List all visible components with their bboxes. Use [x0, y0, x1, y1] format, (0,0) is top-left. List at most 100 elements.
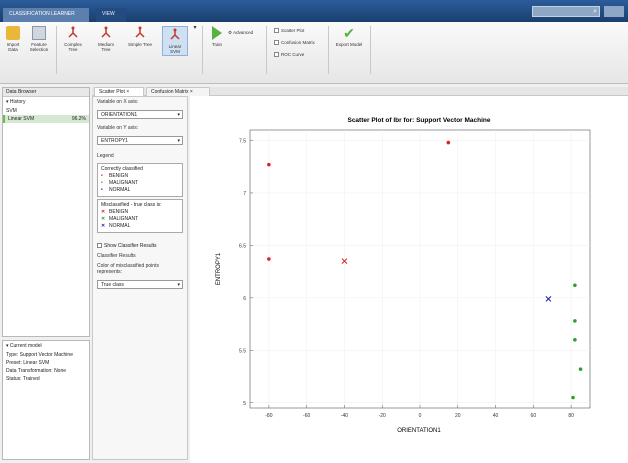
y-tick-label: 7.5 — [239, 138, 246, 144]
scatter-plot-label: Scatter Plot — [281, 28, 305, 33]
tree-icon — [135, 26, 145, 38]
y-axis-label: Variable on Y axis: — [97, 125, 139, 131]
chart-title: Scatter Plot of lbr for: Support Vector … — [347, 117, 490, 124]
roc-curve-label: ROC Curve — [281, 52, 305, 57]
history-label: History — [9, 99, 26, 105]
blue-dot-icon: • — [101, 187, 103, 193]
x-axis-select-value: ORIENTATION1 — [101, 112, 138, 118]
feature-selection-icon — [32, 26, 46, 40]
chevron-down-icon: ▾ — [177, 112, 180, 118]
import-data-label: Import Data — [6, 42, 20, 52]
data-point-benign — [446, 140, 451, 145]
ribbon-separator — [202, 26, 203, 74]
checkmark-export-icon: ✔ — [343, 25, 355, 41]
confusion-matrix-label: Confusion Matrix — [281, 40, 315, 45]
plot-checkbox[interactable] — [274, 40, 279, 46]
y-tick-label: 6.5 — [239, 243, 246, 249]
search-icon[interactable]: ⌕ — [593, 8, 597, 16]
history-item-name: SVM — [6, 108, 17, 114]
y-tick-label: 5 — [243, 401, 246, 407]
tab-view[interactable]: VIEW — [96, 8, 126, 22]
x-tick-label: 60 — [531, 413, 537, 419]
roc-curve-option[interactable]: ROC Curve — [274, 52, 305, 58]
tab-confusion-matrix[interactable]: Confusion Matrix × — [146, 87, 210, 96]
legend-item-label: NORMAL — [109, 223, 131, 229]
train-button[interactable]: Train — [210, 26, 224, 47]
checkbox[interactable] — [97, 243, 102, 249]
x-tick-label: -20 — [379, 413, 386, 419]
plot-checkbox[interactable] — [274, 28, 279, 34]
tab-scatter-plot[interactable]: Scatter Plot × — [94, 87, 144, 96]
red-x-icon: ✕ — [101, 209, 106, 215]
history-item[interactable]: SVM — [3, 107, 89, 115]
red-dot-icon: • — [101, 173, 103, 179]
tree-icon — [170, 28, 180, 40]
x-tick-label: -80 — [265, 413, 272, 419]
model-gallery-expand-icon[interactable]: ▾ — [192, 25, 198, 31]
import-data-button[interactable]: Import Data — [4, 26, 22, 52]
legend-item-label: MALIGNANT — [109, 216, 139, 222]
y-axis-select-value: ENTROPY1 — [101, 138, 128, 144]
ribbon-separator — [370, 26, 371, 74]
scatter-plot[interactable]: Scatter Plot of lbr for: Support Vector … — [190, 96, 628, 463]
data-point-malignant — [573, 283, 577, 288]
model-status: Status: Trained — [6, 376, 40, 382]
export-model-button[interactable]: ✔ Export Model — [334, 26, 364, 47]
x-tick-label: 0 — [419, 413, 422, 419]
y-tick-label: 5.5 — [239, 348, 246, 354]
color-represents-value: True class — [101, 282, 124, 288]
simple-tree-button[interactable]: Simple Tree — [128, 26, 152, 47]
data-point-malignant — [578, 367, 583, 371]
y-axis-select[interactable]: ENTROPY1 ▾ — [97, 136, 183, 145]
legend-item-label: BENIGN — [109, 173, 129, 179]
data-point-benign — [267, 257, 271, 261]
color-represents-select[interactable]: True class ▾ — [97, 280, 183, 289]
complex-tree-button[interactable]: Complex Tree — [62, 26, 84, 52]
linear-svm-button[interactable]: Linear SVM — [162, 26, 188, 56]
data-point-benign — [267, 162, 271, 167]
y-tick-label: 6 — [243, 296, 246, 302]
data-point-malignant — [573, 338, 577, 342]
feature-selection-button[interactable]: Feature Selection — [28, 26, 50, 52]
tab-confusion-matrix-label: Confusion Matrix — [151, 89, 189, 95]
data-browser-title: Data Browser — [3, 88, 89, 97]
feature-selection-label: Feature Selection — [29, 42, 49, 52]
folder-icon — [6, 26, 20, 40]
legend-correct-title: Correctly classified — [101, 166, 143, 172]
advanced-button[interactable]: ⚙ Advanced — [228, 30, 253, 36]
medium-tree-label: Medium Tree — [97, 42, 114, 52]
window-controls[interactable] — [604, 6, 624, 17]
advanced-label: Advanced — [233, 30, 254, 35]
legend-item: • NORMAL — [101, 187, 179, 194]
gear-icon: ⚙ — [228, 30, 233, 35]
x-tick-label: 40 — [493, 413, 499, 419]
data-point-malignant — [571, 395, 575, 400]
legend-misclassified: Misclassified - true class is: ✕ BENIGN ✕… — [97, 199, 183, 233]
play-icon — [212, 26, 222, 40]
tab-classification-learner[interactable]: CLASSIFICATION LEARNER — [3, 8, 89, 22]
linear-svm-label: Linear SVM — [168, 44, 182, 54]
legend-item: ✕ BENIGN — [101, 209, 179, 216]
confusion-matrix-option[interactable]: Confusion Matrix — [274, 40, 315, 46]
legend-mis-title: Misclassified - true class is: — [101, 202, 162, 208]
plot-checkbox[interactable] — [274, 52, 279, 58]
history-item[interactable]: Linear SVM 96.2% — [3, 115, 89, 123]
x-tick-label: 20 — [455, 413, 461, 419]
scatter-plot-option[interactable]: Scatter Plot — [274, 28, 305, 34]
x-tick-label: -40 — [341, 413, 348, 419]
legend-item: • BENIGN — [101, 173, 179, 180]
scatter-plot-area[interactable]: Scatter Plot of lbr for: Support Vector … — [190, 96, 628, 463]
ribbon-separator — [328, 26, 329, 74]
data-point-malignant — [573, 319, 577, 323]
tab-scatter-plot-label: Scatter Plot — [99, 89, 125, 95]
x-axis-select[interactable]: ORIENTATION1 ▾ — [97, 110, 183, 119]
legend-item: ✕ MALIGNANT — [101, 216, 179, 223]
medium-tree-button[interactable]: Medium Tree — [94, 26, 118, 52]
history-heading[interactable]: ▾ History — [3, 97, 89, 107]
complex-tree-label: Complex Tree — [64, 42, 82, 52]
search-box[interactable]: ⌕ — [532, 6, 600, 17]
export-model-label: Export Model — [335, 42, 363, 47]
current-model-title: Current model — [9, 343, 42, 349]
current-model-heading[interactable]: ▾ Current model — [3, 341, 89, 351]
show-classifier-results-checkbox[interactable]: Show Classifier Results — [93, 241, 187, 251]
